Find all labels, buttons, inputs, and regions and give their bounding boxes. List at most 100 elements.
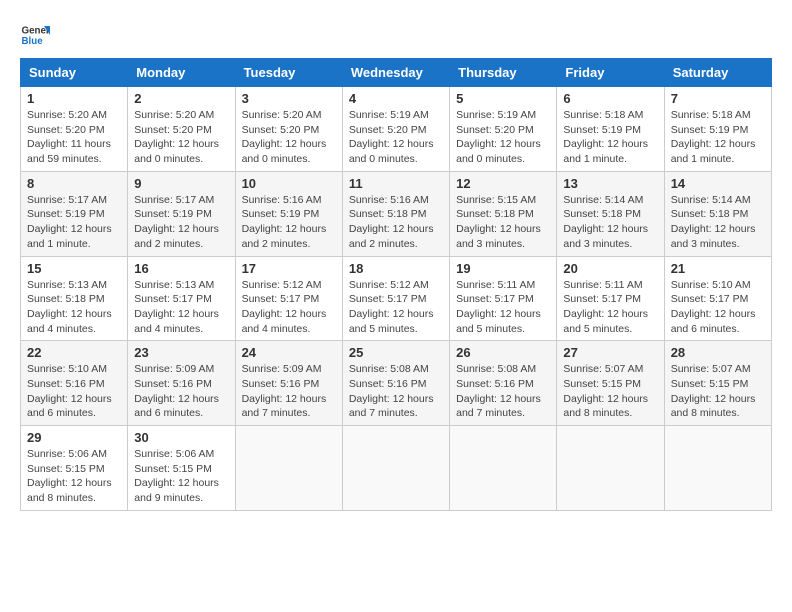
day-number: 1 — [27, 91, 121, 106]
day-number: 12 — [456, 176, 550, 191]
calendar-cell: 1 Sunrise: 5:20 AM Sunset: 5:20 PM Daylig… — [21, 87, 128, 172]
day-number: 15 — [27, 261, 121, 276]
calendar-cell: 17 Sunrise: 5:12 AM Sunset: 5:17 PM Dayli… — [235, 256, 342, 341]
calendar-cell: 22 Sunrise: 5:10 AM Sunset: 5:16 PM Dayli… — [21, 341, 128, 426]
day-number: 24 — [242, 345, 336, 360]
calendar-cell: 23Sunrise: 5:09 AM Sunset: 5:16 PM Dayli… — [128, 341, 235, 426]
calendar-cell: 30 Sunrise: 5:06 AM Sunset: 5:15 PM Dayli… — [128, 426, 235, 511]
day-info: Sunrise: 5:19 AM Sunset: 5:20 PM Dayligh… — [349, 108, 443, 167]
calendar-cell: 27 Sunrise: 5:07 AM Sunset: 5:15 PM Dayli… — [557, 341, 664, 426]
day-info: Sunrise: 5:11 AM Sunset: 5:17 PM Dayligh… — [456, 278, 550, 337]
day-info: Sunrise: 5:08 AM Sunset: 5:16 PM Dayligh… — [349, 362, 443, 421]
day-info: Sunrise: 5:13 AM Sunset: 5:18 PM Dayligh… — [27, 278, 121, 337]
calendar-cell: 15 Sunrise: 5:13 AM Sunset: 5:18 PM Dayli… — [21, 256, 128, 341]
day-number: 20 — [563, 261, 657, 276]
day-number: 17 — [242, 261, 336, 276]
day-number: 25 — [349, 345, 443, 360]
day-info: Sunrise: 5:20 AM Sunset: 5:20 PM Dayligh… — [27, 108, 121, 167]
day-info: Sunrise: 5:10 AM Sunset: 5:17 PM Dayligh… — [671, 278, 765, 337]
calendar-cell — [342, 426, 449, 511]
day-info: Sunrise: 5:14 AM Sunset: 5:18 PM Dayligh… — [563, 193, 657, 252]
day-number: 22 — [27, 345, 121, 360]
day-number: 26 — [456, 345, 550, 360]
day-number: 9 — [134, 176, 228, 191]
day-number: 11 — [349, 176, 443, 191]
calendar-cell: 6 Sunrise: 5:18 AM Sunset: 5:19 PM Daylig… — [557, 87, 664, 172]
day-of-week-monday: Monday — [128, 59, 235, 87]
day-info: Sunrise: 5:17 AM Sunset: 5:19 PM Dayligh… — [134, 193, 228, 252]
calendar-cell: 19 Sunrise: 5:11 AM Sunset: 5:17 PM Dayli… — [450, 256, 557, 341]
calendar-cell: 9 Sunrise: 5:17 AM Sunset: 5:19 PM Daylig… — [128, 171, 235, 256]
day-info: Sunrise: 5:10 AM Sunset: 5:16 PM Dayligh… — [27, 362, 121, 421]
calendar-cell: 8Sunrise: 5:17 AM Sunset: 5:19 PM Daylig… — [21, 171, 128, 256]
day-of-week-wednesday: Wednesday — [342, 59, 449, 87]
calendar-cell: 26 Sunrise: 5:08 AM Sunset: 5:16 PM Dayli… — [450, 341, 557, 426]
day-info: Sunrise: 5:06 AM Sunset: 5:15 PM Dayligh… — [134, 447, 228, 506]
calendar-cell — [235, 426, 342, 511]
calendar-cell: 29 Sunrise: 5:06 AM Sunset: 5:15 PM Dayli… — [21, 426, 128, 511]
day-info: Sunrise: 5:18 AM Sunset: 5:19 PM Dayligh… — [563, 108, 657, 167]
calendar-cell: 2 Sunrise: 5:20 AM Sunset: 5:20 PM Daylig… — [128, 87, 235, 172]
calendar-cell: 3 Sunrise: 5:20 AM Sunset: 5:20 PM Daylig… — [235, 87, 342, 172]
calendar-cell: 25 Sunrise: 5:08 AM Sunset: 5:16 PM Dayli… — [342, 341, 449, 426]
day-number: 30 — [134, 430, 228, 445]
day-info: Sunrise: 5:11 AM Sunset: 5:17 PM Dayligh… — [563, 278, 657, 337]
calendar-cell: 21Sunrise: 5:10 AM Sunset: 5:17 PM Dayli… — [664, 256, 771, 341]
calendar-cell: 11Sunrise: 5:16 AM Sunset: 5:18 PM Dayli… — [342, 171, 449, 256]
svg-text:Blue: Blue — [22, 36, 44, 47]
calendar-cell: 10 Sunrise: 5:16 AM Sunset: 5:19 PM Dayli… — [235, 171, 342, 256]
day-number: 16 — [134, 261, 228, 276]
day-number: 5 — [456, 91, 550, 106]
day-number: 7 — [671, 91, 765, 106]
day-number: 14 — [671, 176, 765, 191]
calendar-cell: 16 Sunrise: 5:13 AM Sunset: 5:17 PM Dayli… — [128, 256, 235, 341]
day-info: Sunrise: 5:07 AM Sunset: 5:15 PM Dayligh… — [671, 362, 765, 421]
calendar-cell: 5 Sunrise: 5:19 AM Sunset: 5:20 PM Daylig… — [450, 87, 557, 172]
calendar-cell: 12 Sunrise: 5:15 AM Sunset: 5:18 PM Dayli… — [450, 171, 557, 256]
day-number: 3 — [242, 91, 336, 106]
day-number: 13 — [563, 176, 657, 191]
day-number: 28 — [671, 345, 765, 360]
day-number: 19 — [456, 261, 550, 276]
day-of-week-thursday: Thursday — [450, 59, 557, 87]
day-of-week-friday: Friday — [557, 59, 664, 87]
day-info: Sunrise: 5:06 AM Sunset: 5:15 PM Dayligh… — [27, 447, 121, 506]
day-info: Sunrise: 5:12 AM Sunset: 5:17 PM Dayligh… — [242, 278, 336, 337]
day-of-week-sunday: Sunday — [21, 59, 128, 87]
calendar-cell: 14 Sunrise: 5:14 AM Sunset: 5:18 PM Dayli… — [664, 171, 771, 256]
day-info: Sunrise: 5:20 AM Sunset: 5:20 PM Dayligh… — [242, 108, 336, 167]
logo-icon: General Blue — [20, 20, 50, 50]
day-info: Sunrise: 5:16 AM Sunset: 5:19 PM Dayligh… — [242, 193, 336, 252]
day-info: Sunrise: 5:12 AM Sunset: 5:17 PM Dayligh… — [349, 278, 443, 337]
calendar-table: SundayMondayTuesdayWednesdayThursdayFrid… — [20, 58, 772, 511]
day-number: 10 — [242, 176, 336, 191]
day-number: 23 — [134, 345, 228, 360]
day-info: Sunrise: 5:15 AM Sunset: 5:18 PM Dayligh… — [456, 193, 550, 252]
day-number: 27 — [563, 345, 657, 360]
day-info: Sunrise: 5:20 AM Sunset: 5:20 PM Dayligh… — [134, 108, 228, 167]
calendar-cell: 20 Sunrise: 5:11 AM Sunset: 5:17 PM Dayli… — [557, 256, 664, 341]
day-of-week-saturday: Saturday — [664, 59, 771, 87]
day-info: Sunrise: 5:14 AM Sunset: 5:18 PM Dayligh… — [671, 193, 765, 252]
calendar-cell — [450, 426, 557, 511]
day-number: 18 — [349, 261, 443, 276]
day-number: 2 — [134, 91, 228, 106]
calendar-cell: 4 Sunrise: 5:19 AM Sunset: 5:20 PM Daylig… — [342, 87, 449, 172]
calendar-cell: 18 Sunrise: 5:12 AM Sunset: 5:17 PM Dayli… — [342, 256, 449, 341]
logo: General Blue — [20, 20, 56, 50]
day-number: 29 — [27, 430, 121, 445]
day-info: Sunrise: 5:18 AM Sunset: 5:19 PM Dayligh… — [671, 108, 765, 167]
calendar-cell — [557, 426, 664, 511]
day-info: Sunrise: 5:17 AM Sunset: 5:19 PM Dayligh… — [27, 193, 121, 252]
day-info: Sunrise: 5:07 AM Sunset: 5:15 PM Dayligh… — [563, 362, 657, 421]
day-number: 6 — [563, 91, 657, 106]
calendar-cell: 24 Sunrise: 5:09 AM Sunset: 5:16 PM Dayli… — [235, 341, 342, 426]
calendar-cell: 7 Sunrise: 5:18 AM Sunset: 5:19 PM Daylig… — [664, 87, 771, 172]
day-number: 4 — [349, 91, 443, 106]
day-info: Sunrise: 5:08 AM Sunset: 5:16 PM Dayligh… — [456, 362, 550, 421]
day-info: Sunrise: 5:19 AM Sunset: 5:20 PM Dayligh… — [456, 108, 550, 167]
day-info: Sunrise: 5:13 AM Sunset: 5:17 PM Dayligh… — [134, 278, 228, 337]
page-header: General Blue — [20, 20, 772, 50]
day-info: Sunrise: 5:09 AM Sunset: 5:16 PM Dayligh… — [242, 362, 336, 421]
day-of-week-tuesday: Tuesday — [235, 59, 342, 87]
